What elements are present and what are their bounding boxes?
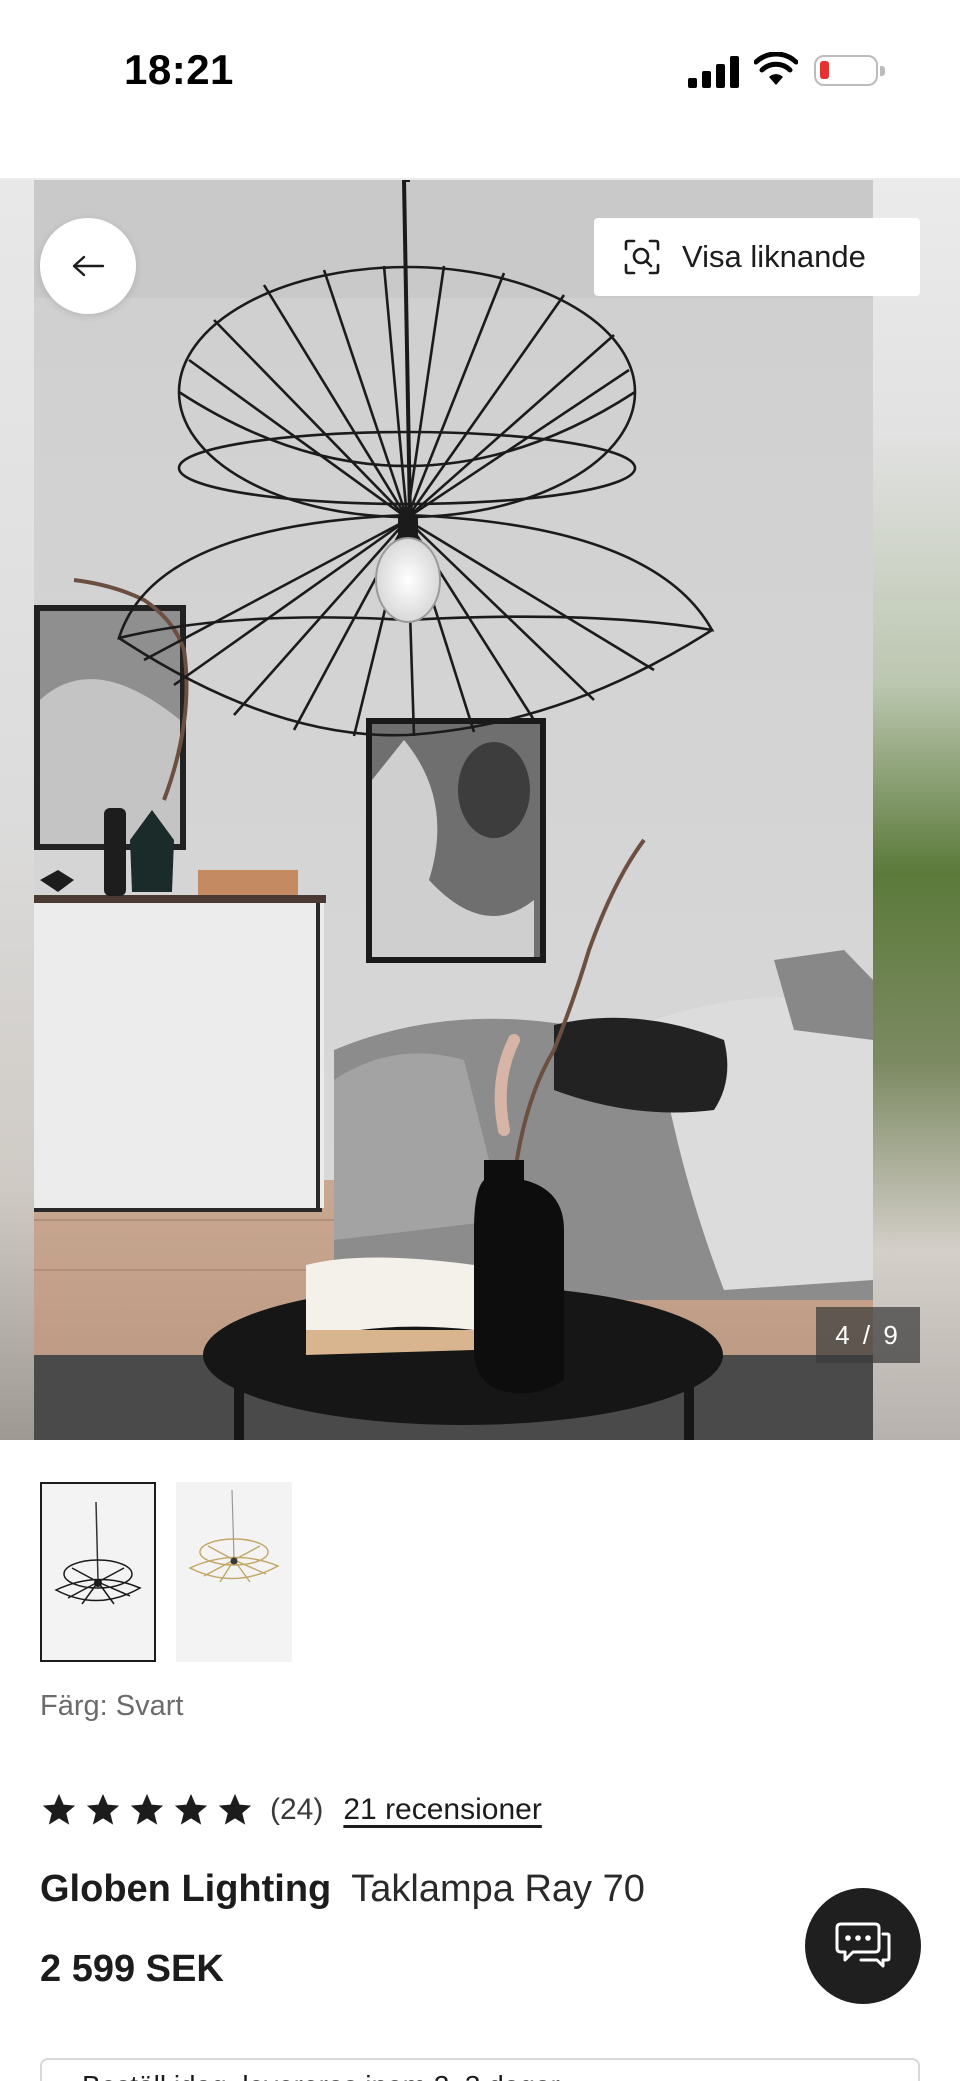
- battery-icon: [814, 55, 885, 86]
- color-label: Färg: Svart: [40, 1690, 184, 1722]
- product-rating: (24) 21 recensioner: [40, 1790, 542, 1830]
- image-counter: 4 / 9: [816, 1307, 920, 1363]
- star-icon: [174, 1793, 208, 1825]
- back-button[interactable]: [40, 218, 136, 314]
- rating-count: (24): [270, 1793, 324, 1826]
- product-name: Taklampa Ray 70: [351, 1868, 645, 1910]
- brass-lamp-thumbnail: [188, 1489, 280, 1583]
- previous-image-peek[interactable]: [0, 180, 34, 1440]
- back-arrow-icon: [72, 255, 105, 277]
- visual-search-icon: [624, 239, 660, 275]
- chat-bubbles-icon: [835, 1922, 891, 1968]
- product-main-image[interactable]: [34, 180, 873, 1440]
- star-icon: [42, 1793, 76, 1825]
- star-icon: [218, 1793, 252, 1825]
- show-similar-button[interactable]: Visa liknande: [594, 218, 920, 296]
- battery-level: [820, 61, 829, 79]
- show-similar-label: Visa liknande: [682, 239, 866, 274]
- variant-thumbnails: [40, 1482, 292, 1662]
- star-icon: [86, 1793, 120, 1825]
- reviews-link[interactable]: 21 recensioner: [343, 1793, 541, 1827]
- thumbnail-brass[interactable]: [176, 1482, 292, 1662]
- status-time: 18:21: [124, 46, 234, 93]
- star-icon: [130, 1793, 164, 1825]
- status-bar: 18:21: [0, 0, 960, 140]
- next-image-peek[interactable]: [873, 180, 960, 1440]
- product-image-gallery[interactable]: Visa liknande 4 / 9: [0, 180, 960, 1440]
- black-lamp-thumbnail: [54, 1501, 142, 1605]
- room-scene-image: [34, 180, 873, 1440]
- delivery-info: Beställ idag, levereras inom 2–3 dagar: [40, 2058, 920, 2081]
- star-rating: [40, 1791, 254, 1829]
- product-title: Globen Lighting Taklampa Ray 70: [40, 1868, 645, 1911]
- product-price: 2 599 SEK: [40, 1948, 224, 1990]
- cellular-signal-icon: [688, 56, 740, 88]
- delivery-text: Beställ idag, levereras inom 2–3 dagar: [82, 2070, 560, 2081]
- brand-name[interactable]: Globen Lighting: [40, 1868, 331, 1911]
- wifi-icon: [754, 52, 798, 85]
- chat-button[interactable]: [805, 1888, 921, 2004]
- thumbnail-black[interactable]: [40, 1482, 156, 1662]
